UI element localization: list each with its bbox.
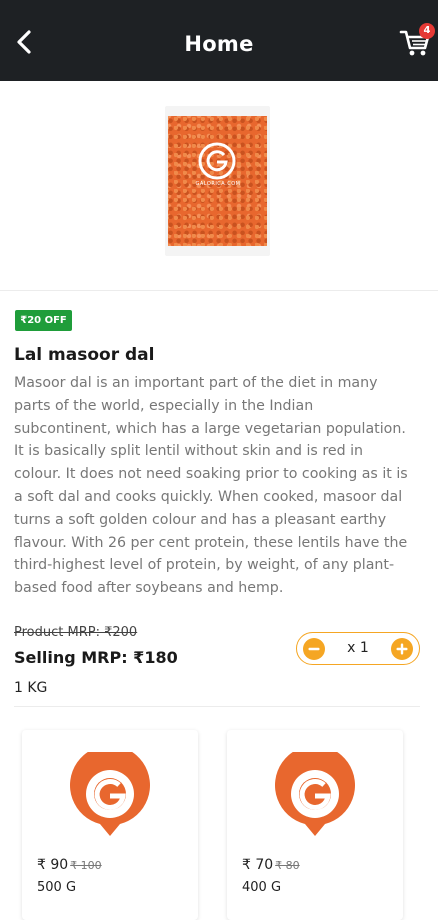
increase-quantity-button[interactable] — [391, 638, 413, 660]
variant-selling-price: ₹ 70 — [242, 857, 274, 873]
divider — [14, 706, 420, 707]
variant-old-price: ₹ 100 — [70, 859, 102, 872]
divider — [0, 290, 438, 291]
product-weight: 1 KG — [14, 680, 48, 696]
quantity-value: x 1 — [347, 640, 369, 656]
cart-count-badge: 4 — [419, 23, 435, 39]
plus-circle-icon — [391, 638, 413, 660]
variant-card[interactable]: ₹ 90 ₹ 100 500 G — [22, 730, 198, 920]
variant-selling-price: ₹ 90 — [37, 857, 69, 873]
variant-price: ₹ 70 ₹ 80 — [242, 857, 300, 873]
variant-price: ₹ 90 ₹ 100 — [37, 857, 102, 873]
offer-badge: ₹20 OFF — [15, 310, 72, 331]
product-mrp: Product MRP: ₹200 — [14, 625, 138, 640]
galorica-logo-icon — [198, 142, 236, 180]
package-brand-text: GALORICA.COM — [195, 181, 241, 187]
page-title: Home — [184, 32, 254, 56]
package-top-seal — [165, 106, 270, 116]
variant-old-price: ₹ 80 — [275, 859, 300, 872]
variant-weight: 500 G — [37, 880, 77, 895]
minus-circle-icon — [303, 638, 325, 660]
decrease-quantity-button[interactable] — [303, 638, 325, 660]
product-description: Masoor dal is an important part of the d… — [14, 375, 408, 597]
package-bottom-seal — [165, 246, 270, 256]
selling-mrp: Selling MRP: ₹180 — [14, 648, 178, 667]
variant-weight: 400 G — [242, 880, 282, 895]
variant-card[interactable]: ₹ 70 ₹ 80 400 G — [227, 730, 403, 920]
app-bar: Home — [0, 0, 438, 81]
galorica-logo-icon — [70, 752, 150, 836]
galorica-logo-icon — [275, 752, 355, 836]
product-name: Lal masoor dal — [14, 345, 155, 365]
